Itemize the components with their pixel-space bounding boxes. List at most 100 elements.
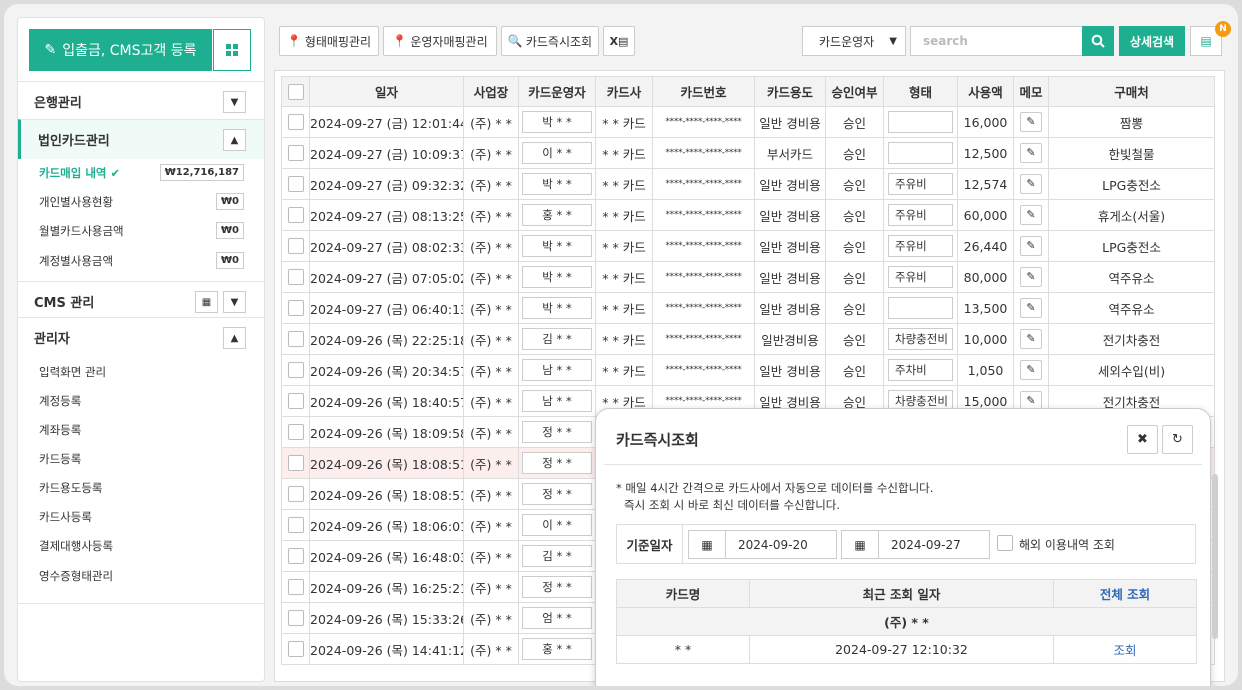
table-row[interactable]: 2024-09-27 (금) 06:40:13 (주) * * 박 * * * * 카…	[281, 292, 1215, 324]
col-card-usage[interactable]: 카드용도	[754, 76, 826, 107]
col-operator[interactable]: 카드운영자	[518, 76, 596, 107]
search-button[interactable]	[1082, 26, 1114, 56]
row-checkbox[interactable]	[287, 207, 304, 224]
row-checkbox[interactable]	[287, 641, 304, 658]
menu-corp-card[interactable]: 법인카드관리 ▲	[18, 119, 264, 159]
type-input[interactable]: 주유비	[888, 235, 953, 257]
col-type[interactable]: 형태	[883, 76, 958, 107]
table-row[interactable]: 2024-09-26 (목) 22:25:18 (주) * * 김 * * * * 카…	[281, 323, 1215, 355]
memo-edit-icon[interactable]: ✎	[1020, 236, 1042, 256]
operator-input[interactable]: 남 * *	[522, 359, 592, 381]
operator-input[interactable]: 엄 * *	[522, 607, 592, 629]
chevron-down-icon[interactable]: ▼	[223, 291, 246, 313]
table-row[interactable]: 2024-09-27 (금) 08:13:25 (주) * * 홍 * * * * 카…	[281, 199, 1215, 231]
operator-input[interactable]: 정 * *	[522, 483, 592, 505]
table-row[interactable]: 2024-09-27 (금) 09:32:32 (주) * * 박 * * * * 카…	[281, 168, 1215, 200]
type-input[interactable]	[888, 111, 953, 133]
operator-filter-select[interactable]: 카드운영자 ▼	[802, 26, 906, 56]
menu-cms[interactable]: CMS 관리 ▦ ▼	[18, 281, 264, 321]
scrollbar[interactable]	[1212, 474, 1218, 639]
row-checkbox[interactable]	[287, 517, 304, 534]
advanced-search-button[interactable]: 상세검색	[1119, 26, 1185, 56]
row-checkbox[interactable]	[287, 114, 304, 131]
col-vendor[interactable]: 구매처	[1048, 76, 1215, 107]
sidebar-item-monthly-usage[interactable]: 월별카드사용금액	[39, 223, 124, 239]
operator-input[interactable]: 김 * *	[522, 545, 592, 567]
calendar-icon[interactable]: ▦	[688, 530, 726, 559]
memo-edit-icon[interactable]: ✎	[1020, 267, 1042, 287]
col-card-company[interactable]: 카드사	[595, 76, 653, 107]
operator-input[interactable]: 박 * *	[522, 235, 592, 257]
sidebar-item-personal-usage[interactable]: 개인별사용현황	[39, 194, 113, 210]
row-checkbox[interactable]	[287, 331, 304, 348]
operator-input[interactable]: 홍 * *	[522, 638, 592, 660]
chevron-up-icon[interactable]: ▲	[223, 129, 246, 151]
col-amount[interactable]: 사용액	[957, 76, 1014, 107]
row-checkbox[interactable]	[287, 579, 304, 596]
select-all-checkbox[interactable]	[287, 83, 304, 100]
table-row[interactable]: 2024-09-27 (금) 07:05:02 (주) * * 박 * * * * 카…	[281, 261, 1215, 293]
end-date-input[interactable]: 2024-09-27	[878, 530, 990, 559]
overseas-checkbox[interactable]	[997, 535, 1013, 551]
calendar-icon[interactable]: ▦	[841, 530, 879, 559]
operator-input[interactable]: 박 * *	[522, 297, 592, 319]
chevron-up-icon[interactable]: ▲	[223, 327, 246, 349]
calendar-add-icon[interactable]: ▦	[195, 291, 218, 313]
type-input[interactable]: 주유비	[888, 266, 953, 288]
menu-bank[interactable]: 은행관리 ▼	[18, 81, 264, 121]
row-checkbox[interactable]	[287, 176, 304, 193]
operator-input[interactable]: 정 * *	[522, 576, 592, 598]
row-checkbox[interactable]	[287, 362, 304, 379]
lookup-all-link[interactable]: 전체 조회	[1053, 579, 1197, 608]
col-approval[interactable]: 승인여부	[825, 76, 884, 107]
sidebar-item-input-screen[interactable]: 입력화면 관리	[39, 364, 106, 380]
operator-input[interactable]: 박 * *	[522, 173, 592, 195]
operator-input[interactable]: 박 * *	[522, 111, 592, 133]
sidebar-item-account-usage[interactable]: 계정별사용금액	[39, 253, 113, 269]
memo-edit-icon[interactable]: ✎	[1020, 143, 1042, 163]
manual-button[interactable]: ▤ N	[1190, 21, 1231, 56]
table-row[interactable]: 2024-09-26 (목) 20:34:57 (주) * * 남 * * * * 카…	[281, 354, 1215, 386]
operator-input[interactable]: 박 * *	[522, 266, 592, 288]
col-date[interactable]: 일자	[309, 76, 464, 107]
sidebar-item-card-reg[interactable]: 카드등록	[39, 451, 81, 467]
col-memo[interactable]: 메모	[1013, 76, 1049, 107]
memo-edit-icon[interactable]: ✎	[1020, 329, 1042, 349]
sidebar-item-pg-reg[interactable]: 결제대행사등록	[39, 538, 113, 554]
type-input[interactable]	[888, 297, 953, 319]
memo-edit-icon[interactable]: ✎	[1020, 112, 1042, 132]
row-checkbox[interactable]	[287, 145, 304, 162]
sidebar-item-receipt-type[interactable]: 영수증형태관리	[39, 568, 113, 584]
operator-mapping-button[interactable]: 📍 운영자매핑관리	[383, 26, 497, 56]
col-card-number[interactable]: 카드번호	[652, 76, 755, 107]
card-lookup-button[interactable]: 🔍 카드즉시조회	[501, 26, 599, 56]
type-input[interactable]: 주유비	[888, 204, 953, 226]
operator-input[interactable]: 홍 * *	[522, 204, 592, 226]
type-input[interactable]: 주유비	[888, 173, 953, 195]
sidebar-item-card-usage-reg[interactable]: 카드용도등록	[39, 480, 102, 496]
memo-edit-icon[interactable]: ✎	[1020, 174, 1042, 194]
row-checkbox[interactable]	[287, 300, 304, 317]
memo-edit-icon[interactable]: ✎	[1020, 298, 1042, 318]
memo-edit-icon[interactable]: ✎	[1020, 205, 1042, 225]
close-button[interactable]: ✖	[1127, 425, 1158, 454]
type-input[interactable]	[888, 142, 953, 164]
type-input[interactable]: 차량충전비	[888, 328, 953, 350]
register-button[interactable]: ✎ 입출금, CMS고객 등록	[29, 29, 212, 71]
row-checkbox[interactable]	[287, 548, 304, 565]
grid-menu-button[interactable]	[213, 29, 251, 71]
operator-input[interactable]: 김 * *	[522, 328, 592, 350]
start-date-input[interactable]: 2024-09-20	[725, 530, 837, 559]
operator-input[interactable]: 정 * *	[522, 452, 592, 474]
table-row[interactable]: 2024-09-27 (금) 08:02:33 (주) * * 박 * * * * 카…	[281, 230, 1215, 262]
row-checkbox[interactable]	[287, 486, 304, 503]
sidebar-item-bank-account-reg[interactable]: 계좌등록	[39, 422, 81, 438]
table-row[interactable]: 2024-09-27 (금) 12:01:44 (주) * * 박 * * * * 카…	[281, 106, 1215, 138]
row-checkbox[interactable]	[287, 455, 304, 472]
chevron-down-icon[interactable]: ▼	[223, 91, 246, 113]
excel-export-button[interactable]: X▤	[603, 26, 635, 56]
refresh-button[interactable]: ↻	[1162, 425, 1193, 454]
row-checkbox[interactable]	[287, 393, 304, 410]
sidebar-item-account-reg[interactable]: 계정등록	[39, 393, 81, 409]
table-row[interactable]: 2024-09-27 (금) 10:09:37 (주) * * 이 * * * * 카…	[281, 137, 1215, 169]
